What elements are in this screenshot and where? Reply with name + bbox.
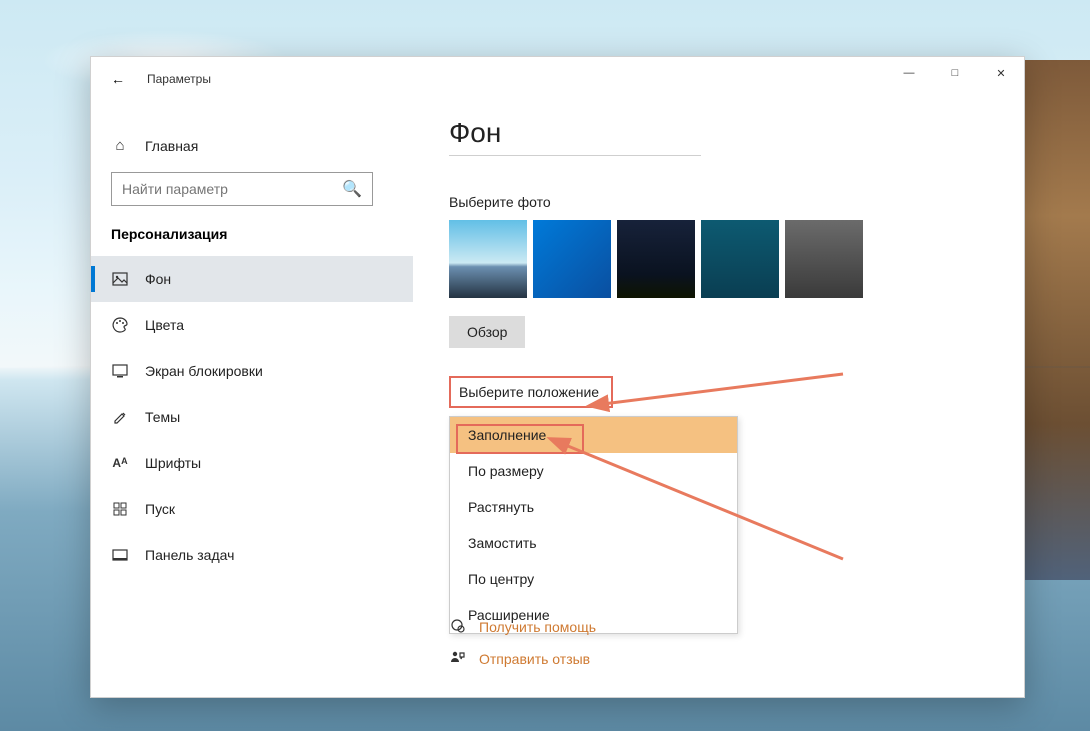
position-option-tile[interactable]: Замостить [450,525,737,561]
sidebar-item-label: Цвета [145,317,184,333]
help-section: Получить помощь Отправить отзыв [449,617,596,669]
choose-photo-label: Выберите фото [449,194,988,210]
close-button[interactable]: ✕ [978,57,1024,89]
fonts-icon: AA [111,456,129,470]
themes-icon [111,409,129,425]
position-dropdown[interactable]: Заполнение По размеру Растянуть Замостит… [449,416,738,634]
help-link-label: Получить помощь [479,619,596,635]
position-option-center[interactable]: По центру [450,561,737,597]
picture-icon [111,271,129,287]
sidebar-item-start[interactable]: Пуск [91,486,413,532]
sidebar-item-label: Панель задач [145,547,234,563]
photo-thumb-2[interactable] [533,220,611,298]
sidebar-item-label: Экран блокировки [145,363,263,379]
taskbar-icon [111,547,129,563]
feedback-icon [449,649,465,669]
position-option-fill[interactable]: Заполнение [450,417,737,453]
help-icon [449,617,465,637]
sidebar-nav: Фон Цвета Экран блокировки [91,256,413,578]
page-title: Фон [449,117,988,149]
photo-thumb-4[interactable] [701,220,779,298]
search-icon: 🔍 [342,179,362,199]
search-input[interactable]: 🔍 [111,172,373,206]
sidebar-item-fonts[interactable]: AA Шрифты [91,440,413,486]
sidebar-item-themes[interactable]: Темы [91,394,413,440]
sidebar-item-taskbar[interactable]: Панель задач [91,532,413,578]
position-option-stretch[interactable]: Растянуть [450,489,737,525]
choose-position-label: Выберите положение [449,376,613,408]
maximize-button[interactable]: □ [932,57,978,89]
start-icon [111,501,129,517]
title-underline [449,155,701,156]
position-option-fit[interactable]: По размеру [450,453,737,489]
app-title: Параметры [147,72,211,86]
sidebar-item-lockscreen[interactable]: Экран блокировки [91,348,413,394]
sidebar-item-home[interactable]: ⌂ Главная [91,127,413,164]
sidebar-category-title: Персонализация [91,206,413,256]
browse-button[interactable]: Обзор [449,316,525,348]
sidebar-item-colors[interactable]: Цвета [91,302,413,348]
feedback-link-label: Отправить отзыв [479,651,590,667]
back-arrow-icon[interactable]: ← [111,71,125,87]
sidebar: ← Параметры ⌂ Главная 🔍 Персонализация [91,89,413,697]
feedback-link[interactable]: Отправить отзыв [449,649,596,669]
photo-thumbnails [449,220,988,298]
sidebar-item-label: Пуск [145,501,175,517]
main-panel: Фон Выберите фото Обзор Выберите положен… [413,89,1024,697]
settings-window: — □ ✕ ← Параметры ⌂ Главная 🔍 [90,56,1025,698]
photo-thumb-5[interactable] [785,220,863,298]
lockscreen-icon [111,363,129,379]
get-help-link[interactable]: Получить помощь [449,617,596,637]
desktop-wallpaper: — □ ✕ ← Параметры ⌂ Главная 🔍 [0,0,1090,731]
photo-thumb-1[interactable] [449,220,527,298]
cliff-decoration [1020,60,1090,580]
home-label: Главная [145,138,198,154]
search-input-field[interactable] [122,181,342,197]
minimize-button[interactable]: — [886,57,932,89]
sidebar-item-background[interactable]: Фон [91,256,413,302]
sidebar-item-label: Фон [145,271,171,287]
sidebar-item-label: Темы [145,409,180,425]
home-icon: ⌂ [111,137,129,154]
palette-icon [111,317,129,333]
photo-thumb-3[interactable] [617,220,695,298]
sidebar-item-label: Шрифты [145,455,201,471]
